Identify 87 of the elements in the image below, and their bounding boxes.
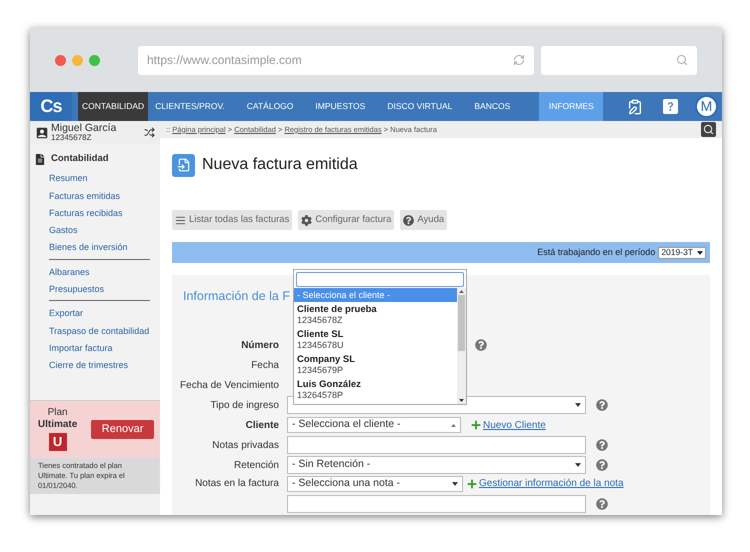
nav-tab[interactable]: INFORMES [539,92,604,121]
sidebar-link[interactable]: Exportar [49,308,84,318]
renew-button[interactable]: Renovar [91,420,154,439]
reload-icon[interactable] [513,54,526,66]
help-icon[interactable] [475,339,487,352]
dropdown-option[interactable]: Company SL 12345679P [294,352,457,377]
sidebar-link[interactable]: Traspaso de contabilidad [49,326,150,336]
nav-tab[interactable]: DISCO VIRTUAL [380,92,460,121]
search-field[interactable] [296,272,464,287]
toolbar-button[interactable]: Ayuda [400,210,448,230]
search-icon [676,54,688,66]
field-label: Fecha de Vencimiento [179,378,280,393]
field-label: Notas privadas [211,438,280,453]
search-icon [703,124,714,135]
clipboard-icon[interactable] [627,98,643,114]
manage-note-link[interactable]: Gestionar información de la nota [479,476,624,492]
help-icon[interactable] [596,498,608,510]
list-icon [175,214,186,226]
toolbar-button[interactable]: Configurar factura [298,210,394,230]
field-label: Cliente [244,418,280,433]
nav-tab[interactable]: CLIENTES/PROV. [148,92,232,121]
dropdown-option[interactable]: Luis González 13264578P [294,377,457,402]
sidebar-link[interactable]: Facturas recibidas [49,208,123,218]
dropdown-option[interactable]: - Selecciona el cliente - [294,288,457,302]
field-label: Retención [232,458,280,473]
sidebar-link[interactable]: Bienes de inversión [49,242,128,252]
user-name: Miguel García [51,122,116,134]
avatar[interactable]: M [695,95,718,118]
caret-icon [575,463,581,468]
settings-icon [301,214,312,226]
nav-tab[interactable]: CATÁLOGO [240,92,300,121]
user-id: 12345678Z [51,134,92,142]
shuffle-icon[interactable] [144,127,155,138]
field-label: Notas en la factura [194,476,280,491]
note-select[interactable]: - Selecciona una nota - [287,476,463,492]
new-client-link[interactable]: Nuevo Cliente [483,418,546,433]
field-label: Fecha [250,358,280,373]
plan-badge: U [48,433,67,452]
caret-icon [459,399,464,402]
select-field[interactable]: - Sin Retención - [287,456,586,474]
textarea-field[interactable] [287,494,586,513]
user-icon [35,126,49,140]
dropdown-option[interactable]: Cliente SL 12345678U [294,327,457,352]
sidebar-link[interactable]: Gastos [49,225,78,236]
form-heading: Información de la F [183,288,290,305]
dropdown-option[interactable]: Cliente de prueba 12345678Z [294,302,457,327]
search-button[interactable] [701,122,716,137]
maximize-window-icon[interactable] [89,54,100,66]
plus-icon [471,420,481,430]
sidebar-link[interactable]: Albaranes [49,266,90,277]
nav-tab[interactable]: IMPUESTOS [308,92,372,121]
document-icon [35,154,45,165]
client-select[interactable]: - Selecciona el cliente - [287,417,461,434]
sidebar-link[interactable]: Presupuestos [49,284,104,294]
help-icon [403,214,414,226]
invoice-icon [172,154,195,176]
sidebar-link[interactable]: Resumen [49,173,88,184]
page-title: Nueva factura emitida [202,155,358,175]
sidebar-link[interactable]: Importar factura [49,342,113,353]
plan-label: Plan [48,407,68,420]
help-icon[interactable] [596,459,608,472]
caret-icon [451,424,456,427]
sidebar-link[interactable]: Cierre de trimestres [49,360,128,370]
sidebar-link[interactable]: Facturas emitidas [49,190,120,201]
section-title: Contabilidad [51,152,109,166]
period-select[interactable]: 2019-3T [658,246,706,258]
help-icon[interactable] [596,439,608,452]
help-icon[interactable] [663,99,678,114]
browser-search-field[interactable] [541,46,697,74]
url-field[interactable]: https://www.contasimple.com [138,46,534,74]
plan-name: Ultimate [38,419,78,432]
field-label: Número [240,338,280,353]
logo[interactable]: Cs [30,92,72,121]
close-window-icon[interactable] [55,54,66,66]
textarea-field[interactable] [287,436,586,454]
nav-tab[interactable]: BANCOS [467,92,518,121]
field-label: Tipo de ingreso [209,398,280,413]
toolbar-button[interactable]: Listar todas las facturas [172,210,292,230]
period-label: Está trabajando en el período [537,246,656,259]
plus-icon [467,478,477,489]
caret-icon [452,482,458,486]
caret-icon [697,250,703,254]
caret-icon [575,403,581,408]
caret-icon [459,290,464,293]
scrollbar[interactable] [457,288,466,404]
nav-tab[interactable]: CONTABILIDAD [78,92,148,121]
help-icon[interactable] [596,399,608,412]
